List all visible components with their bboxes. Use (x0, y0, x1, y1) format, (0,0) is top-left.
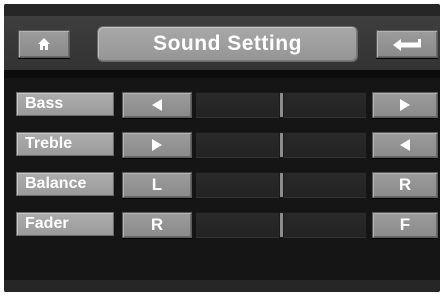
track-left-half (196, 93, 278, 117)
fader-label: Fader (16, 212, 114, 236)
home-icon (38, 38, 50, 50)
treble-right-button[interactable] (372, 132, 438, 158)
balance-row: Balance L R (4, 172, 440, 200)
right-triangle-icon (152, 139, 162, 151)
bass-level-track[interactable] (196, 92, 366, 118)
bass-increase-button[interactable] (372, 92, 438, 118)
track-right-half (284, 213, 366, 237)
track-left-half (196, 133, 278, 157)
back-button[interactable] (376, 30, 438, 58)
track-right-half (284, 93, 366, 117)
treble-label: Treble (16, 132, 114, 156)
left-triangle-icon (400, 139, 410, 151)
header-divider (4, 70, 440, 78)
balance-right-button[interactable]: R (372, 172, 438, 198)
fader-front-button[interactable]: F (372, 212, 438, 238)
treble-row: Treble (4, 132, 440, 160)
left-triangle-icon (152, 99, 162, 111)
page-title: Sound Setting (97, 26, 358, 62)
track-center-marker (279, 173, 283, 197)
return-arrow-icon (393, 39, 421, 51)
balance-label: Balance (16, 172, 114, 196)
home-button[interactable] (18, 30, 70, 58)
bass-decrease-button[interactable] (122, 92, 192, 118)
sound-setting-screen: Sound Setting Bass Treble Balance L R Fa… (4, 4, 440, 292)
bottom-bar (4, 280, 440, 292)
treble-level-track[interactable] (196, 132, 366, 158)
track-center-marker (279, 93, 283, 117)
balance-level-track[interactable] (196, 172, 366, 198)
treble-left-button[interactable] (122, 132, 192, 158)
track-center-marker (279, 133, 283, 157)
right-triangle-icon (400, 99, 410, 111)
fader-row: Fader R F (4, 212, 440, 240)
track-left-half (196, 213, 278, 237)
fader-rear-button[interactable]: R (122, 212, 192, 238)
track-right-half (284, 173, 366, 197)
track-center-marker (279, 213, 283, 237)
track-left-half (196, 173, 278, 197)
bass-row: Bass (4, 92, 440, 120)
fader-level-track[interactable] (196, 212, 366, 238)
bass-label: Bass (16, 92, 114, 116)
balance-left-button[interactable]: L (122, 172, 192, 198)
track-right-half (284, 133, 366, 157)
